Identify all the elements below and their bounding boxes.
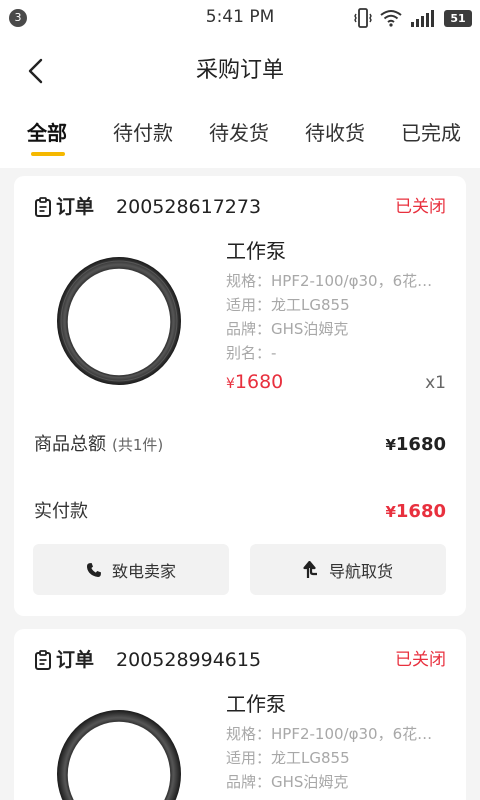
- order-label: 订单: [56, 196, 95, 218]
- product-fit: 适用：龙工LG855: [226, 749, 350, 767]
- tab-all[interactable]: 全部: [27, 120, 67, 146]
- product-image[interactable]: [54, 709, 184, 800]
- paid-label: 实付款: [34, 501, 88, 522]
- order-number: 200528994615: [116, 649, 262, 671]
- order-label: 订单: [56, 649, 95, 671]
- clipboard-icon: [35, 197, 51, 217]
- signal-icon: [411, 10, 434, 27]
- total-count: (共1件): [112, 436, 164, 454]
- status-bar: 3 5:41 PM 51: [0, 0, 480, 36]
- clipboard-icon: [35, 650, 51, 670]
- nav-bar: 采购订单: [0, 36, 480, 108]
- order-header: 订单 200528617273: [34, 194, 261, 220]
- tab-pending-receipt[interactable]: 待收货: [305, 120, 365, 146]
- product-fit: 适用：龙工LG855: [226, 296, 350, 314]
- navigate-pickup-button[interactable]: 导航取货: [250, 544, 446, 595]
- phone-icon: [86, 562, 101, 577]
- total-value: ¥1680: [385, 434, 446, 455]
- product-brand: 品牌：GHS泊姆克: [226, 320, 349, 338]
- price-value: 1680: [234, 371, 284, 393]
- active-tab-indicator: [31, 152, 65, 156]
- order-status: 已关闭: [395, 197, 446, 217]
- navigate-pickup-label: 导航取货: [328, 561, 393, 581]
- paid-value: ¥1680: [385, 501, 446, 522]
- product-spec: 规格：HPF2-100/φ30，6花…: [226, 272, 433, 290]
- page-title: 采购订单: [195, 58, 284, 83]
- order-number: 200528617273: [116, 196, 262, 218]
- tab-pending-payment[interactable]: 待付款: [113, 120, 173, 146]
- vibrate-icon: [354, 8, 372, 28]
- battery-icon: 51: [444, 9, 472, 27]
- product-alias: 别名：-: [226, 344, 277, 362]
- order-header: 订单 200528994615: [34, 647, 261, 673]
- order-card[interactable]: 订单 200528994615 已关闭 工作泵 规格：HPF2-100/φ30，…: [14, 629, 466, 800]
- order-status: 已关闭: [395, 650, 446, 670]
- product-brand: 品牌：GHS泊姆克: [226, 773, 349, 791]
- currency-symbol: ¥: [226, 376, 235, 392]
- total-label: 商品总额 (共1件): [34, 434, 164, 455]
- tab-pending-shipment[interactable]: 待发货: [209, 120, 269, 146]
- status-icons: 51: [354, 7, 472, 29]
- product-name[interactable]: 工作泵: [226, 691, 286, 717]
- call-seller-label: 致电卖家: [111, 561, 176, 581]
- call-seller-button[interactable]: 致电卖家: [33, 544, 229, 595]
- order-card[interactable]: 订单 200528617273 已关闭 工作泵 规格：HPF2-100/φ30，…: [14, 176, 466, 616]
- product-spec: 规格：HPF2-100/φ30，6花…: [226, 725, 433, 743]
- product-name[interactable]: 工作泵: [226, 238, 286, 264]
- order-tabs: 全部 待付款 待发货 待收货 已完成: [0, 108, 480, 168]
- tab-completed[interactable]: 已完成: [401, 120, 461, 146]
- navigation-arrow-icon: [303, 560, 317, 578]
- wifi-icon: [380, 10, 402, 27]
- product-image[interactable]: [54, 256, 184, 386]
- product-price: ¥1680: [226, 369, 283, 397]
- product-quantity: x1: [425, 373, 446, 393]
